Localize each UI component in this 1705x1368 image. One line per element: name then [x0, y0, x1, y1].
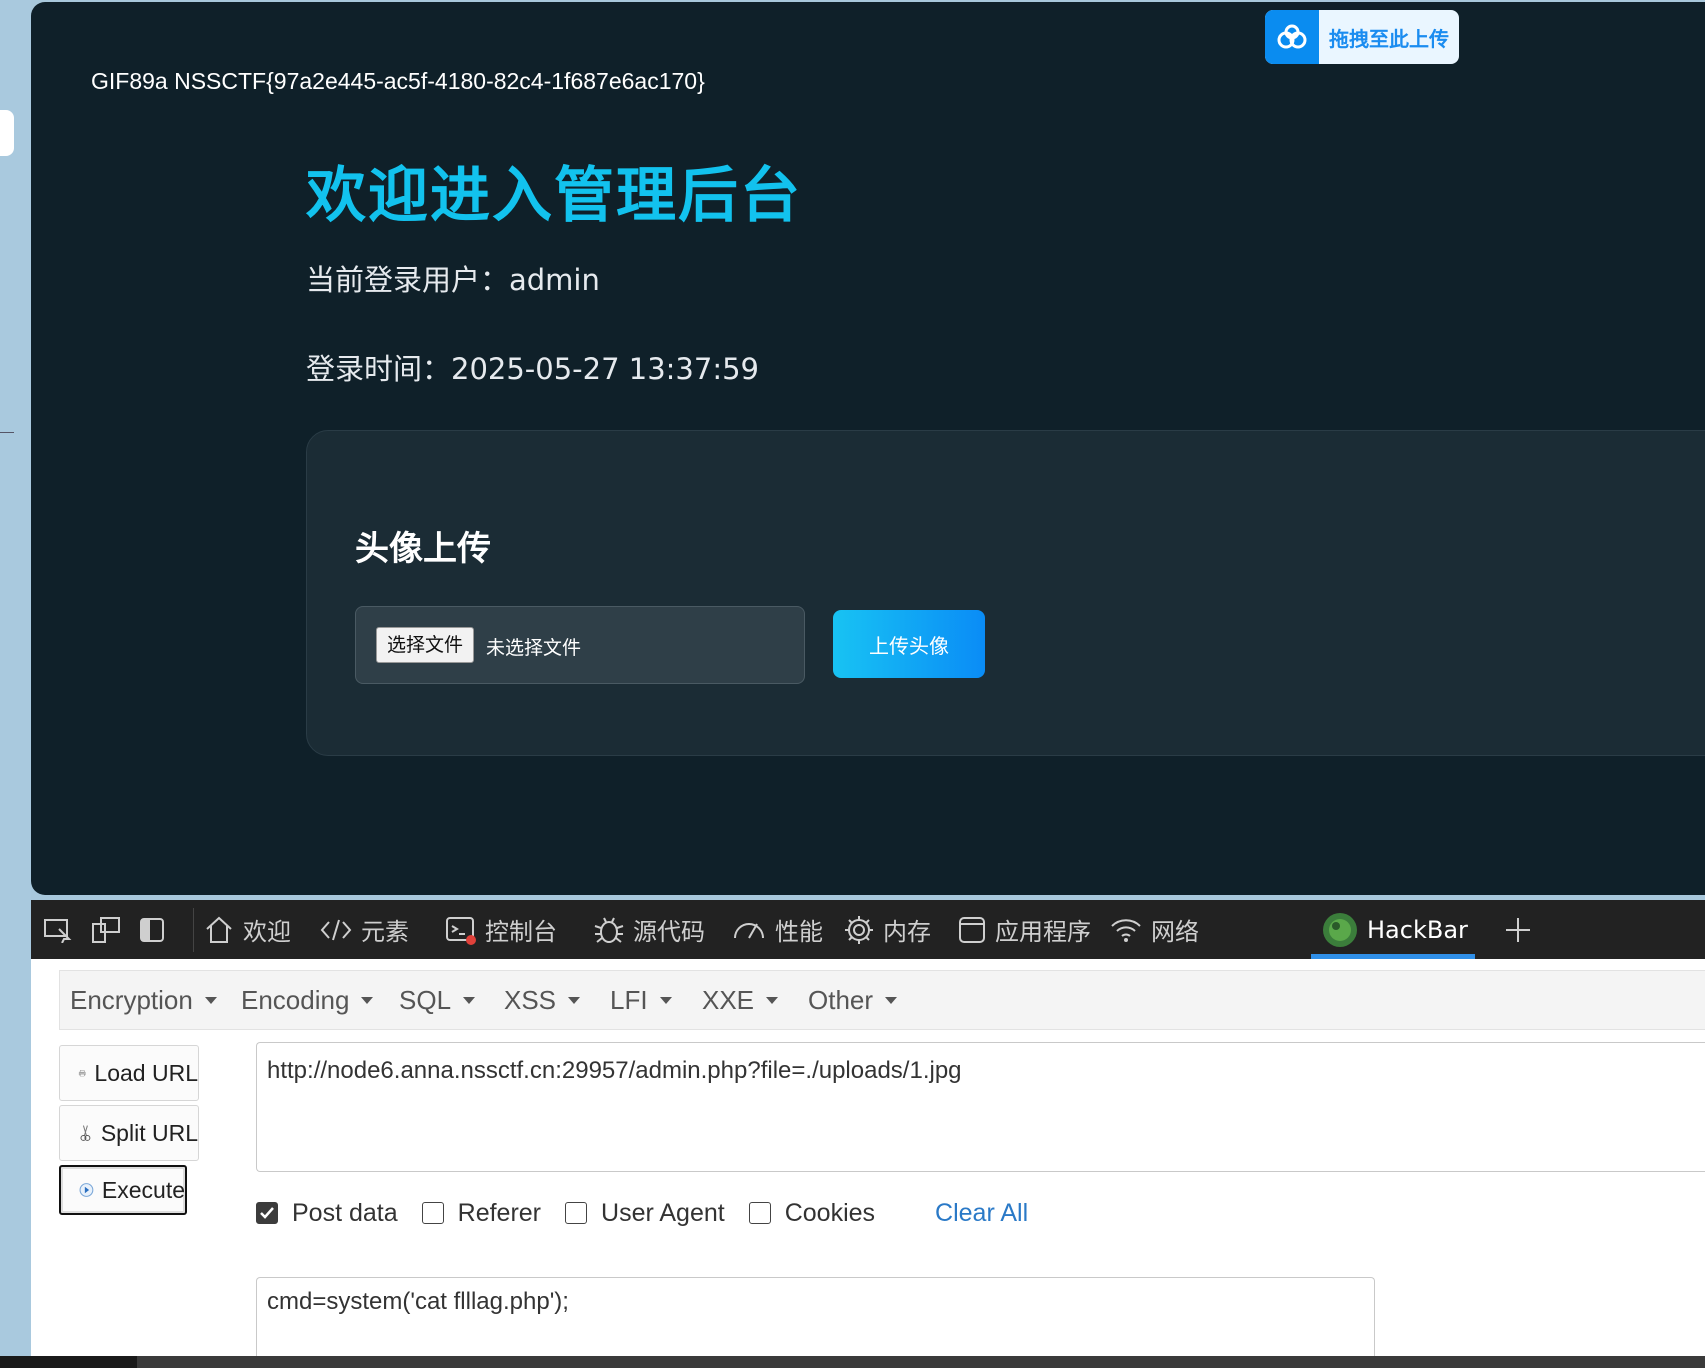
current-user-text: 当前登录用户：admin: [306, 263, 600, 297]
load-url-label: Load URL: [94, 1059, 198, 1086]
url-textarea[interactable]: http://node6.anna.nssctf.cn:29957/admin.…: [256, 1042, 1705, 1172]
tab-console-label: 控制台: [485, 918, 557, 946]
toolbar-divider: [193, 908, 194, 952]
add-tab-icon[interactable]: [1503, 900, 1541, 959]
chevron-down-icon: [361, 996, 374, 1004]
cookies-label: Cookies: [784, 1198, 876, 1227]
split-url-button[interactable]: Split URL: [59, 1105, 199, 1161]
cloud-drive-icon: [1265, 10, 1319, 64]
drag-upload-widget[interactable]: 拖拽至此上传: [1265, 10, 1459, 64]
cookies-checkbox[interactable]: [748, 1202, 771, 1224]
chevron-down-icon: [766, 996, 779, 1004]
devtools-panel: 欢迎 元素 控制台 源代码 性能 内存 应用程序 网络 HackBar Encr…: [31, 900, 1705, 1368]
tab-memory-label: 内存: [883, 918, 931, 946]
code-icon: [320, 919, 352, 940]
cookies-option[interactable]: Cookies: [748, 1198, 876, 1228]
active-tab-indicator: [1311, 954, 1475, 959]
hackbar-icon: [1323, 912, 1357, 947]
play-icon: [79, 1183, 94, 1197]
execute-button[interactable]: Execute: [59, 1165, 187, 1215]
referer-checkbox[interactable]: [421, 1202, 444, 1224]
tab-elements-label: 元素: [361, 918, 409, 946]
window-icon: [959, 916, 985, 943]
choose-file-button[interactable]: 选择文件: [376, 627, 475, 663]
post-data-textarea[interactable]: cmd=system('cat flllag.php');: [256, 1277, 1375, 1358]
file-input[interactable]: 选择文件 未选择文件: [355, 606, 805, 684]
window-edge-tab: [0, 110, 14, 156]
url-text: http://node6.anna.nssctf.cn:29957/admin.…: [267, 1057, 962, 1084]
flag-output-text: GIF89a NSSCTF{97a2e445-ac5f-4180-82c4-1f…: [91, 68, 705, 94]
devtools-toolbar: 欢迎 元素 控制台 源代码 性能 内存 应用程序 网络 HackBar: [31, 900, 1705, 959]
chip-icon: [845, 915, 873, 944]
checkmark-icon: [260, 1207, 274, 1219]
home-icon: [206, 916, 232, 943]
post-data-option[interactable]: Post data: [256, 1199, 398, 1228]
menu-other[interactable]: Other: [808, 971, 898, 1029]
tab-hackbar[interactable]: HackBar: [1321, 900, 1468, 959]
desktop-edge: [0, 0, 31, 1368]
user-agent-checkbox[interactable]: [565, 1202, 588, 1224]
tab-console[interactable]: 控制台: [445, 900, 557, 959]
menu-lfi[interactable]: LFI: [610, 971, 672, 1029]
tab-memory[interactable]: 内存: [843, 900, 931, 959]
menu-encoding[interactable]: Encoding: [241, 971, 374, 1029]
bug-icon: [594, 917, 624, 943]
menu-sql[interactable]: SQL: [399, 971, 476, 1029]
tab-application[interactable]: 应用程序: [957, 900, 1091, 959]
referer-option[interactable]: Referer: [421, 1198, 542, 1228]
gauge-icon: [734, 922, 764, 938]
login-time-text: 登录时间：2025-05-27 13:37:59: [306, 352, 759, 386]
referer-label: Referer: [457, 1198, 542, 1227]
tab-network-label: 网络: [1151, 918, 1199, 946]
upload-avatar-button[interactable]: 上传头像: [833, 610, 985, 678]
chevron-down-icon: [463, 996, 476, 1004]
printer-icon: [78, 1070, 86, 1077]
user-agent-option[interactable]: User Agent: [565, 1199, 725, 1228]
chevron-down-icon: [568, 996, 581, 1004]
menu-xxe[interactable]: XXE: [702, 971, 779, 1029]
wifi-icon: [1111, 918, 1141, 942]
split-url-label: Split URL: [100, 1119, 198, 1146]
page-title: 欢迎进入管理后台: [306, 161, 802, 231]
hackbar-menu: Encryption Encoding SQL XSS LFI XXE Othe…: [59, 970, 1705, 1030]
inspect-icon[interactable]: [43, 900, 81, 959]
request-options: Post data Referer User Agent Cookies Cle…: [256, 1188, 1028, 1238]
device-toolbar-icon[interactable]: [91, 900, 129, 959]
tab-application-label: 应用程序: [995, 918, 1091, 946]
load-url-button[interactable]: Load URL: [59, 1045, 199, 1101]
avatar-upload-card: 头像上传 选择文件 未选择文件 上传头像: [306, 430, 1705, 756]
dock-side-icon[interactable]: [139, 900, 173, 959]
menu-xss[interactable]: XSS: [504, 971, 581, 1029]
execute-label: Execute: [101, 1176, 185, 1203]
menu-encryption[interactable]: Encryption: [70, 971, 217, 1029]
chevron-down-icon: [659, 996, 672, 1004]
chevron-down-icon: [204, 996, 217, 1004]
tab-elements[interactable]: 元素: [319, 900, 409, 959]
post-data-text: cmd=system('cat flllag.php');: [267, 1288, 569, 1315]
user-agent-label: User Agent: [601, 1198, 725, 1227]
post-data-checkbox[interactable]: [256, 1202, 278, 1224]
scrollbar-thumb[interactable]: [0, 1356, 137, 1368]
clear-all-link[interactable]: Clear All: [935, 1199, 1028, 1228]
console-icon: [446, 916, 476, 945]
bottom-scrollbar: [0, 1356, 1705, 1368]
tab-sources-label: 源代码: [633, 918, 705, 946]
tab-welcome-label: 欢迎: [243, 918, 291, 946]
no-file-label: 未选择文件: [486, 637, 582, 659]
avatar-section-title: 头像上传: [355, 529, 491, 569]
tab-network[interactable]: 网络: [1109, 900, 1199, 959]
tab-welcome[interactable]: 欢迎: [203, 900, 291, 959]
chevron-down-icon: [885, 996, 898, 1004]
scissors-icon: [80, 1125, 91, 1141]
post-data-label: Post data: [292, 1198, 398, 1227]
window-edge-divider: [0, 432, 14, 433]
tab-sources[interactable]: 源代码: [593, 900, 705, 959]
drag-upload-label: 拖拽至此上传: [1329, 26, 1449, 51]
tab-hackbar-label: HackBar: [1367, 915, 1468, 944]
web-page: GIF89a NSSCTF{97a2e445-ac5f-4180-82c4-1f…: [31, 2, 1705, 895]
tab-performance[interactable]: 性能: [731, 900, 823, 959]
tab-performance-label: 性能: [775, 918, 823, 946]
